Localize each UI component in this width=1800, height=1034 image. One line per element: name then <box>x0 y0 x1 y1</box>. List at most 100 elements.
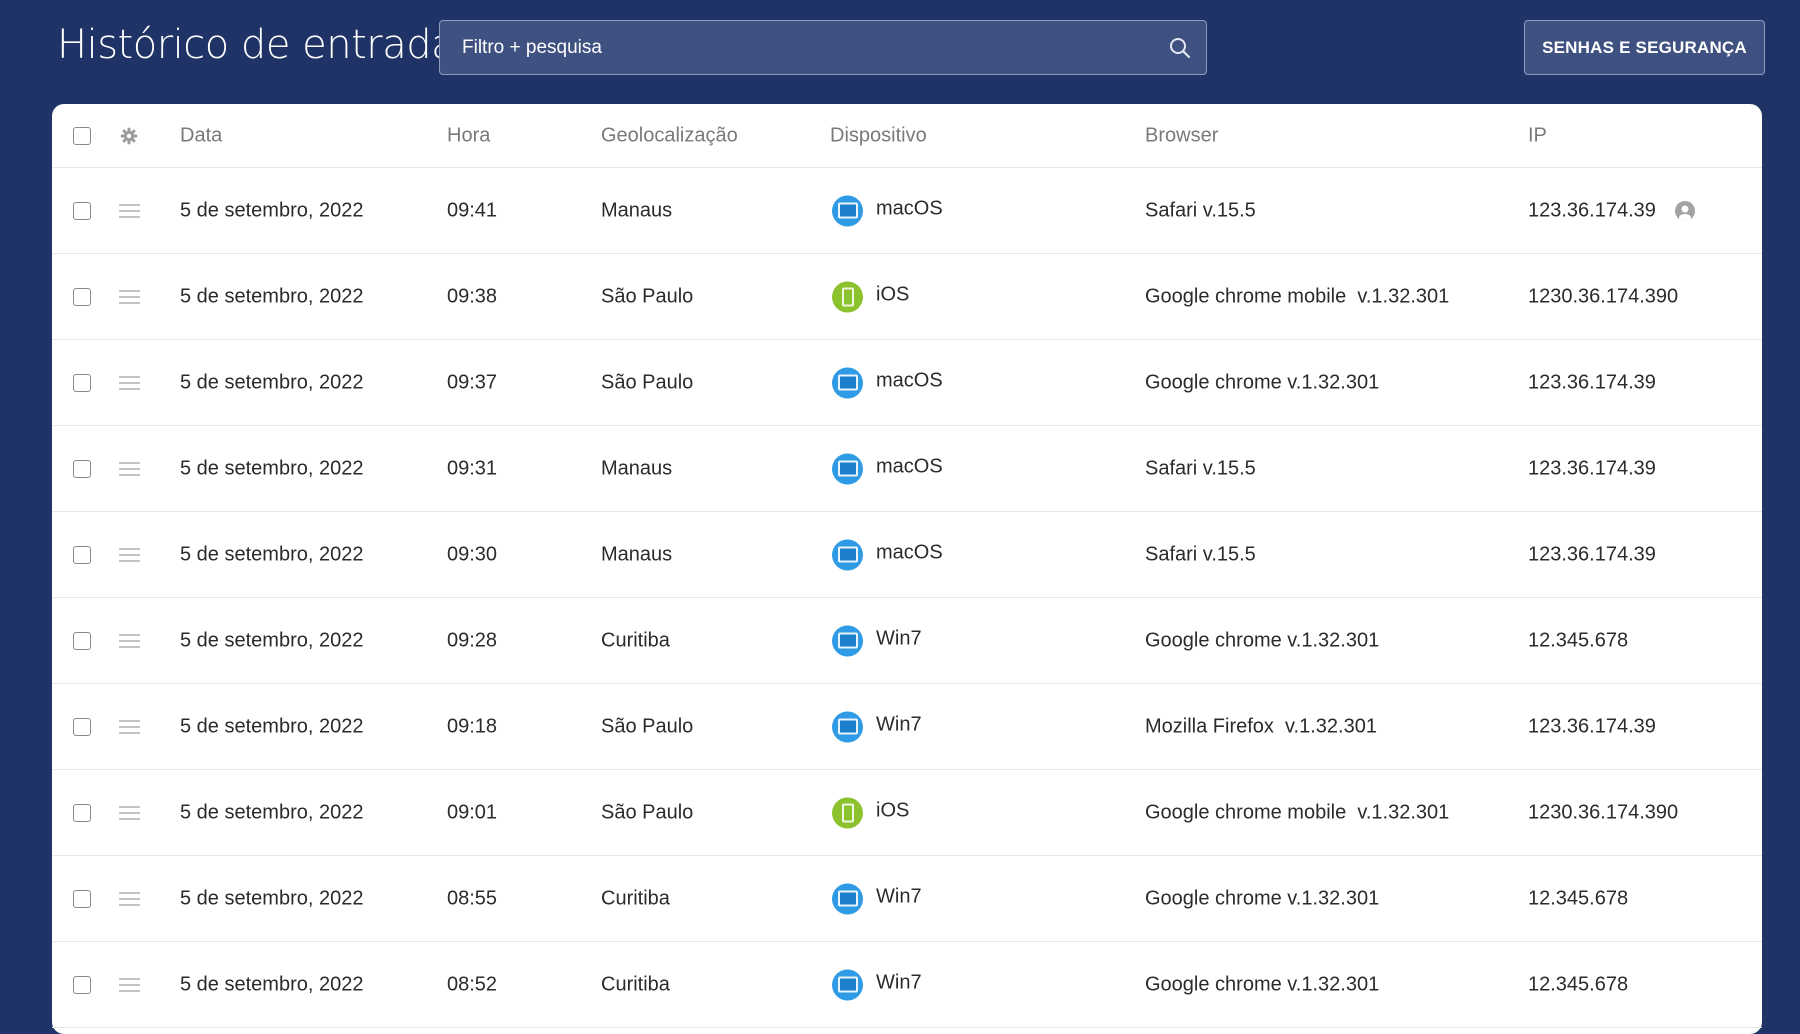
phone-icon <box>832 281 863 312</box>
table-row[interactable]: 5 de setembro, 2022 08:55 Curitiba Win7 Goog… <box>52 856 1762 942</box>
drag-handle-icon[interactable] <box>119 461 140 476</box>
row-device: iOS <box>876 283 910 305</box>
laptop-icon <box>832 711 863 742</box>
passwords-security-button[interactable]: SENHAS E SEGURANÇA <box>1524 20 1765 75</box>
table-row[interactable]: 5 de setembro, 2022 09:41 Manaus macOS Safar… <box>52 168 1762 254</box>
column-header-ip[interactable]: IP <box>1528 124 1547 147</box>
row-device: iOS <box>876 799 910 821</box>
row-geolocation: Manaus <box>601 543 673 565</box>
row-geolocation: São Paulo <box>601 371 694 393</box>
user-icon <box>1675 200 1695 221</box>
row-date: 5 de setembro, 2022 <box>180 457 364 479</box>
drag-handle-icon[interactable] <box>119 977 140 992</box>
row-checkbox[interactable] <box>73 803 91 822</box>
drag-handle-icon[interactable] <box>119 633 140 648</box>
laptop-icon <box>832 883 863 914</box>
row-time: 09:01 <box>447 801 498 823</box>
row-date: 5 de setembro, 2022 <box>180 973 364 995</box>
row-ip: 123.36.174.39 <box>1528 371 1656 393</box>
row-checkbox[interactable] <box>73 717 91 736</box>
column-header-geolocation[interactable]: Geolocalização <box>601 124 738 147</box>
drag-handle-icon[interactable] <box>119 805 140 820</box>
row-time: 09:31 <box>447 457 498 479</box>
row-browser: Mozilla Firefox v.1.32.301 <box>1145 715 1377 737</box>
row-date: 5 de setembro, 2022 <box>180 543 364 565</box>
row-checkbox[interactable] <box>73 975 91 994</box>
row-ip: 1230.36.174.390 <box>1528 285 1679 307</box>
select-all-checkbox[interactable] <box>73 126 91 145</box>
search-box[interactable] <box>439 20 1207 75</box>
row-checkbox[interactable] <box>73 459 91 478</box>
table-row[interactable]: 5 de setembro, 2022 09:31 Manaus macOS Safar… <box>52 426 1762 512</box>
laptop-icon <box>832 625 863 656</box>
table-row[interactable]: 5 de setembro, 2022 09:28 Curitiba Win7 Goog… <box>52 598 1762 684</box>
page-title: Histórico de entradas <box>57 22 476 68</box>
row-geolocation: Curitiba <box>601 887 670 909</box>
drag-handle-icon[interactable] <box>119 891 140 906</box>
row-date: 5 de setembro, 2022 <box>180 801 364 823</box>
column-header-date[interactable]: Data <box>180 124 222 147</box>
row-date: 5 de setembro, 2022 <box>180 371 364 393</box>
column-header-device[interactable]: Dispositivo <box>830 124 927 147</box>
row-device: Win7 <box>876 885 922 907</box>
laptop-icon <box>832 539 863 570</box>
column-header-browser[interactable]: Browser <box>1145 124 1218 147</box>
login-history-table: Data Hora Geolocalização Dispositivo Bro… <box>52 104 1762 1034</box>
table-row[interactable]: 5 de setembro, 2022 09:38 São Paulo iOS Goog… <box>52 254 1762 340</box>
drag-handle-icon[interactable] <box>119 719 140 734</box>
row-device: macOS <box>876 369 943 391</box>
row-date: 5 de setembro, 2022 <box>180 629 364 651</box>
row-ip: 1230.36.174.390 <box>1528 801 1679 823</box>
row-ip: 123.36.174.39 <box>1528 715 1656 737</box>
row-date: 5 de setembro, 2022 <box>180 715 364 737</box>
row-checkbox[interactable] <box>73 545 91 564</box>
row-date: 5 de setembro, 2022 <box>180 285 364 307</box>
row-date: 5 de setembro, 2022 <box>180 887 364 909</box>
table-row[interactable]: 5 de setembro, 2022 08:52 Curitiba Win7 Goog… <box>52 942 1762 1028</box>
table-row[interactable]: 5 de setembro, 2022 09:30 Manaus macOS Safar… <box>52 512 1762 598</box>
column-header-time[interactable]: Hora <box>447 124 490 147</box>
drag-handle-icon[interactable] <box>119 375 140 390</box>
row-device: macOS <box>876 541 943 563</box>
row-device: Win7 <box>876 971 922 993</box>
row-checkbox[interactable] <box>73 889 91 908</box>
row-device: macOS <box>876 455 943 477</box>
row-ip: 123.36.174.39 <box>1528 199 1656 221</box>
row-checkbox[interactable] <box>73 287 91 306</box>
table-header: Data Hora Geolocalização Dispositivo Bro… <box>52 104 1762 168</box>
row-geolocation: Curitiba <box>601 973 670 995</box>
row-ip: 12.345.678 <box>1528 887 1629 909</box>
drag-handle-icon[interactable] <box>119 547 140 562</box>
table-row[interactable]: 5 de setembro, 2022 09:37 São Paulo macOS Go… <box>52 340 1762 426</box>
row-geolocation: São Paulo <box>601 715 694 737</box>
row-time: 09:41 <box>447 199 498 221</box>
drag-handle-icon[interactable] <box>119 289 140 304</box>
row-ip: 12.345.678 <box>1528 973 1629 995</box>
row-ip: 12.345.678 <box>1528 629 1629 651</box>
row-browser: Safari v.15.5 <box>1145 543 1256 565</box>
row-browser: Google chrome mobile v.1.32.301 <box>1145 801 1450 823</box>
row-checkbox[interactable] <box>73 373 91 392</box>
row-time: 09:37 <box>447 371 498 393</box>
table-row[interactable]: 5 de setembro, 2022 09:01 São Paulo iOS Goog… <box>52 770 1762 856</box>
row-time: 09:38 <box>447 285 498 307</box>
row-checkbox[interactable] <box>73 201 91 220</box>
row-checkbox[interactable] <box>73 631 91 650</box>
row-geolocation: Curitiba <box>601 629 670 651</box>
search-icon[interactable] <box>1168 36 1192 60</box>
laptop-icon <box>832 969 863 1000</box>
row-geolocation: São Paulo <box>601 285 694 307</box>
table-row[interactable]: 5 de setembro, 2022 09:18 São Paulo Win7 Moz… <box>52 684 1762 770</box>
drag-handle-icon[interactable] <box>119 203 140 218</box>
row-browser: Safari v.15.5 <box>1145 457 1256 479</box>
row-ip: 123.36.174.39 <box>1528 457 1656 479</box>
gear-icon[interactable] <box>120 127 138 145</box>
row-geolocation: Manaus <box>601 457 673 479</box>
row-browser: Google chrome v.1.32.301 <box>1145 371 1380 393</box>
row-device: macOS <box>876 197 943 219</box>
row-time: 08:52 <box>447 973 498 995</box>
row-browser: Google chrome v.1.32.301 <box>1145 887 1380 909</box>
search-input[interactable] <box>460 21 1144 75</box>
row-device: Win7 <box>876 713 922 735</box>
row-browser: Google chrome mobile v.1.32.301 <box>1145 285 1450 307</box>
